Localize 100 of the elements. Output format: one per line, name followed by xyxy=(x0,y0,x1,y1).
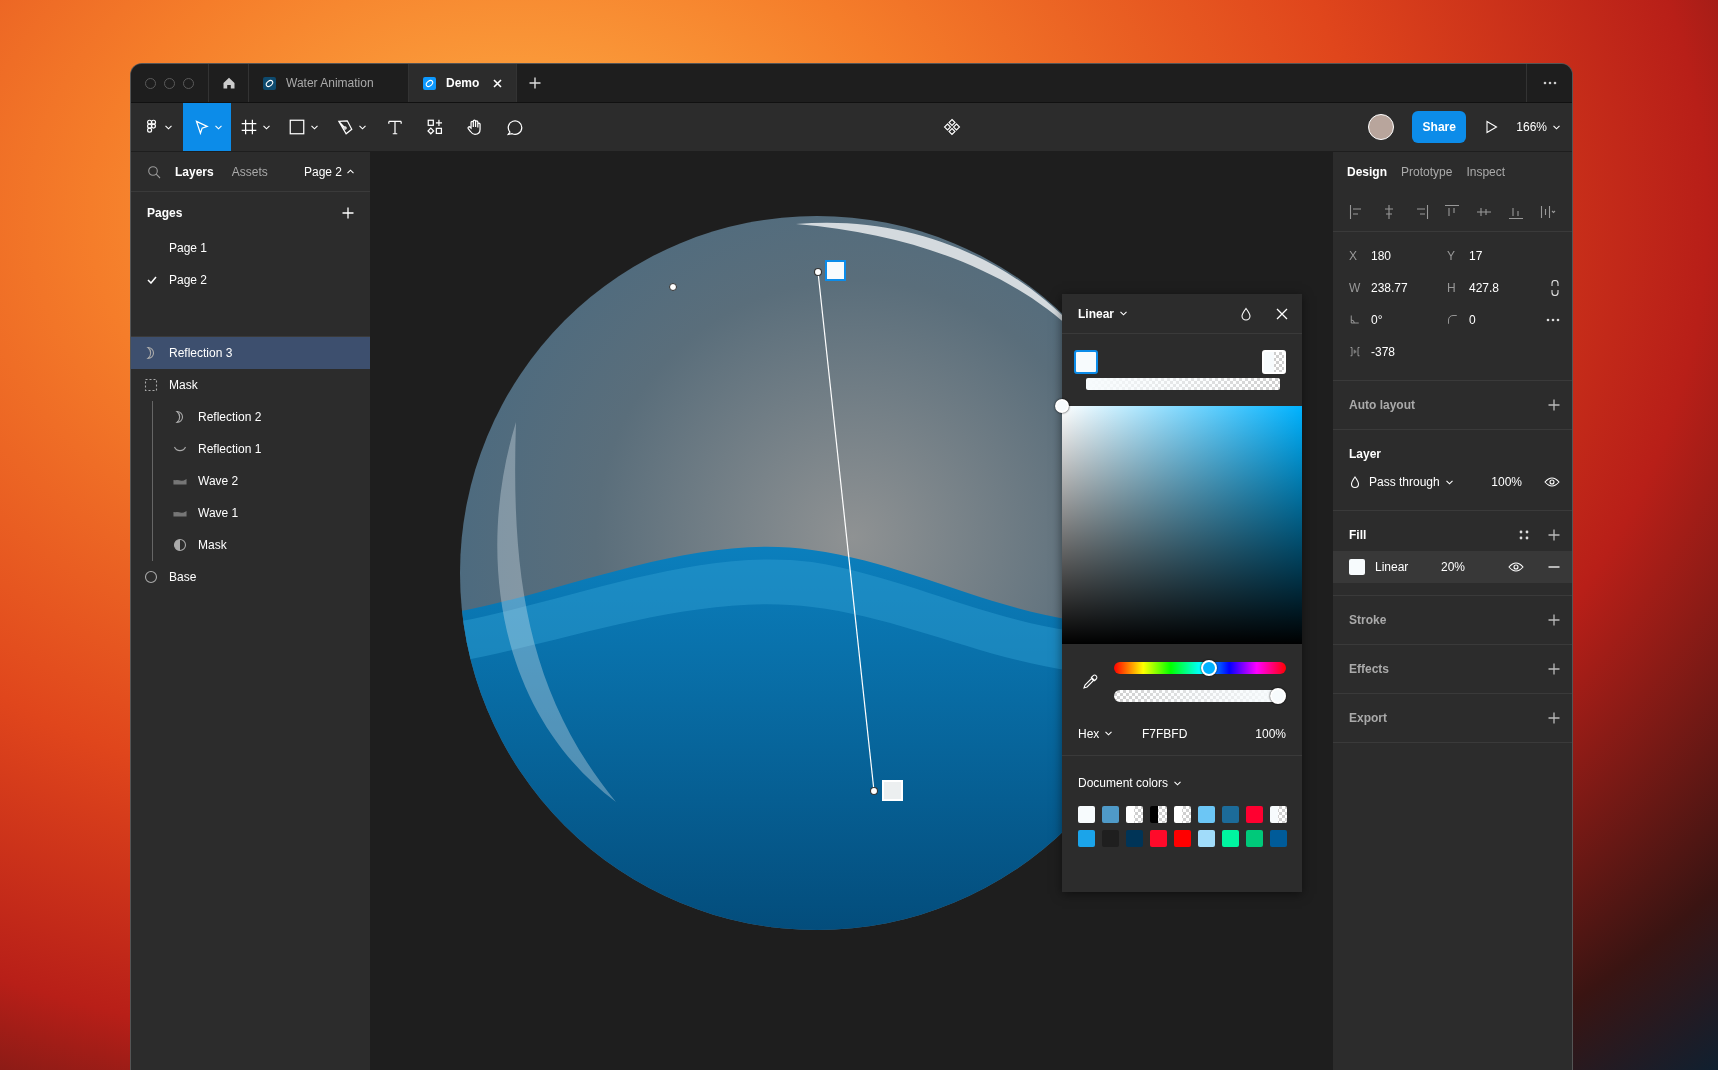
opacity-slider[interactable] xyxy=(1114,690,1286,702)
gradient-track[interactable] xyxy=(1086,378,1280,390)
caret-icon xyxy=(1553,124,1560,130)
user-avatar[interactable] xyxy=(1368,114,1395,140)
layer-row[interactable]: Reflection 2 xyxy=(153,401,370,433)
styles-icon[interactable] xyxy=(1518,529,1530,541)
gradient-start-point[interactable] xyxy=(813,267,823,277)
section-title: Export xyxy=(1349,711,1387,725)
share-button[interactable]: Share xyxy=(1412,111,1467,143)
add-icon[interactable] xyxy=(1548,529,1560,541)
add-page-icon[interactable] xyxy=(342,207,354,219)
document-colors-dropdown[interactable]: Document colors xyxy=(1078,776,1182,790)
property-field[interactable]: -378 xyxy=(1349,344,1447,360)
fill-type-dropdown[interactable]: Linear xyxy=(1078,306,1127,321)
more-icon[interactable] xyxy=(1542,81,1557,85)
color-swatch[interactable] xyxy=(1078,830,1095,847)
property-field[interactable]: Y 17 xyxy=(1447,249,1545,263)
add-icon[interactable] xyxy=(1548,663,1560,675)
opacity-thumb[interactable] xyxy=(1270,688,1286,704)
saturation-field[interactable] xyxy=(1062,406,1302,644)
panel-tab[interactable]: Inspect xyxy=(1462,165,1510,179)
add-icon[interactable] xyxy=(1548,712,1560,724)
eye-icon[interactable] xyxy=(1508,561,1524,573)
property-field[interactable]: 0 xyxy=(1447,312,1545,328)
layer-row[interactable]: Wave 1 xyxy=(153,497,370,529)
zoom-dropdown[interactable]: 166% xyxy=(1516,120,1560,134)
fill-row[interactable]: Linear 20% xyxy=(1333,551,1572,583)
color-swatch[interactable] xyxy=(1222,830,1239,847)
eyedropper-icon[interactable] xyxy=(1082,674,1098,690)
gradient-end-handle[interactable] xyxy=(882,780,903,801)
color-swatch[interactable] xyxy=(1174,830,1191,847)
color-swatch[interactable] xyxy=(1150,806,1167,823)
play-icon[interactable] xyxy=(1484,120,1499,134)
anchor-point[interactable] xyxy=(669,283,677,291)
dashed-frame-icon xyxy=(143,377,159,393)
close-icon[interactable] xyxy=(1276,307,1288,320)
fill-type[interactable]: Linear xyxy=(1375,560,1431,574)
constrain-proportions-icon[interactable] xyxy=(1550,280,1560,296)
layer-row[interactable]: Reflection 1 xyxy=(153,433,370,465)
color-swatch[interactable] xyxy=(1246,830,1263,847)
hue-slider[interactable] xyxy=(1114,662,1286,674)
fill-swatch[interactable] xyxy=(1349,559,1365,575)
color-swatch[interactable] xyxy=(1126,830,1143,847)
panel-tab[interactable]: Layers xyxy=(171,164,218,179)
color-swatch[interactable] xyxy=(1198,806,1215,823)
distribute-icon[interactable] xyxy=(1539,203,1556,220)
component-icon[interactable] xyxy=(942,118,961,136)
layer-row[interactable]: Wave 2 xyxy=(153,465,370,497)
panel-tab[interactable]: Assets xyxy=(227,164,272,179)
blend-mode-dropdown[interactable]: Pass through xyxy=(1369,475,1453,489)
fill-opacity[interactable]: 20% xyxy=(1441,560,1466,574)
color-swatch[interactable] xyxy=(1270,806,1287,823)
color-picker-handle[interactable] xyxy=(1055,399,1069,413)
layer-row[interactable]: Mask xyxy=(131,369,370,401)
file-icon xyxy=(423,76,436,90)
panel-tab[interactable]: Prototype xyxy=(1397,165,1457,179)
color-swatch[interactable] xyxy=(1102,806,1119,823)
color-stop[interactable] xyxy=(1074,350,1098,374)
color-swatch[interactable] xyxy=(1270,830,1287,847)
more-icon[interactable] xyxy=(1546,318,1560,322)
section-title: Effects xyxy=(1349,662,1389,676)
property-field[interactable]: X 180 xyxy=(1349,249,1447,263)
opacity-value[interactable]: 100% xyxy=(1255,726,1286,741)
layer-row[interactable]: Mask xyxy=(153,529,370,561)
circle-icon xyxy=(143,569,159,585)
property-field[interactable]: W 238.77 xyxy=(1349,281,1447,295)
color-format-dropdown[interactable]: Hex xyxy=(1078,726,1142,741)
color-swatch[interactable] xyxy=(1246,806,1263,823)
plus-icon[interactable] xyxy=(529,77,541,89)
section-title: Pages xyxy=(147,206,183,220)
hue-thumb[interactable] xyxy=(1200,660,1217,676)
search-icon[interactable] xyxy=(147,164,161,179)
add-icon[interactable] xyxy=(1548,399,1560,411)
section-title: Fill xyxy=(1349,528,1367,542)
layer-row[interactable]: Reflection 3 xyxy=(131,337,370,369)
eye-icon[interactable] xyxy=(1544,476,1560,488)
gradient-start-handle[interactable] xyxy=(825,260,846,281)
color-swatch[interactable] xyxy=(1126,806,1143,823)
opacity-value[interactable]: 100% xyxy=(1491,475,1522,489)
color-swatch[interactable] xyxy=(1198,830,1215,847)
close-icon[interactable] xyxy=(493,78,502,88)
pen-icon xyxy=(336,118,354,136)
file-icon xyxy=(263,76,276,90)
add-icon[interactable] xyxy=(1548,614,1560,626)
property-field[interactable]: 0° xyxy=(1349,312,1447,328)
panel-tab[interactable]: Design xyxy=(1343,165,1391,179)
layer-row[interactable]: Base xyxy=(131,561,370,593)
color-swatch[interactable] xyxy=(1150,830,1167,847)
gradient-end-point[interactable] xyxy=(869,786,879,796)
hex-value[interactable]: F7FBFD xyxy=(1142,726,1188,741)
page-item[interactable]: Page 2 xyxy=(131,264,370,296)
page-item[interactable]: Page 1 xyxy=(131,232,370,264)
frame-icon xyxy=(240,118,258,136)
color-swatch[interactable] xyxy=(1078,806,1095,823)
droplet-icon[interactable] xyxy=(1240,306,1252,321)
color-swatch[interactable] xyxy=(1174,806,1191,823)
file-tab[interactable]: Demo xyxy=(409,64,517,102)
page-dropdown[interactable]: Page 2 xyxy=(303,164,354,179)
property-field[interactable]: H 427.8 xyxy=(1447,281,1545,295)
color-swatch[interactable] xyxy=(1222,806,1239,823)
